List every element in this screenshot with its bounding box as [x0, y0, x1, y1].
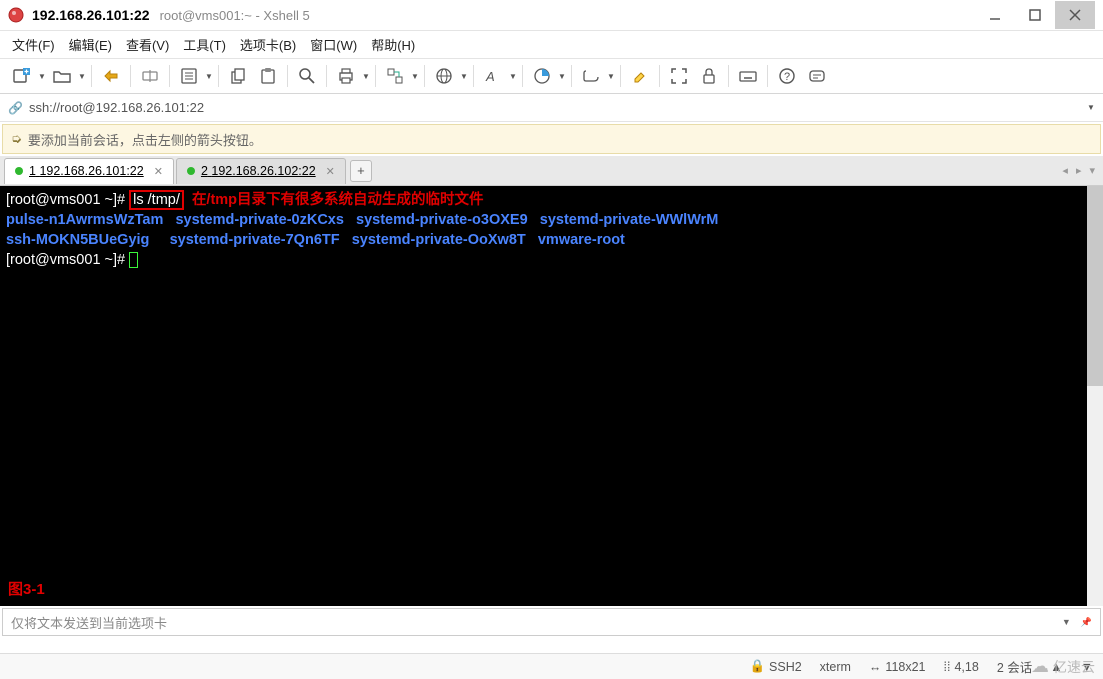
color-scheme-icon[interactable] — [528, 62, 556, 90]
session-tab-1[interactable]: 1 192.168.26.101:22 ✕ — [4, 158, 174, 184]
list-item: ssh-MOKN5BUeGyig — [6, 232, 149, 248]
send-target-dropdown[interactable]: ▼ — [1062, 617, 1071, 627]
menu-window[interactable]: 窗口(W) — [310, 35, 357, 54]
color-scheme-dropdown[interactable]: ▼ — [558, 62, 566, 90]
open-session-icon[interactable] — [48, 62, 76, 90]
font-dropdown[interactable]: ▼ — [509, 62, 517, 90]
script-icon[interactable] — [577, 62, 605, 90]
tab-menu-icon[interactable]: ▾ — [1085, 164, 1099, 177]
lock-small-icon: 🔒 — [749, 659, 765, 674]
reconnect-icon[interactable] — [97, 62, 125, 90]
menu-edit[interactable]: 编辑(E) — [69, 35, 112, 54]
grid-icon: ⁞⁞ — [944, 660, 951, 674]
terminal-scrollbar[interactable] — [1087, 186, 1103, 606]
search-icon[interactable] — [293, 62, 321, 90]
list-item: systemd-private-OoXw8T — [352, 232, 526, 248]
annotation-text: 在/tmp目录下有很多系统自动生成的临时文件 — [192, 192, 484, 208]
print-icon[interactable] — [332, 62, 360, 90]
add-tab-button[interactable]: + — [350, 160, 372, 182]
status-sessions: 2 会话 — [997, 657, 1032, 676]
print-dropdown[interactable]: ▼ — [362, 62, 370, 90]
tip-text: 要添加当前会话，点击左侧的箭头按钮。 — [28, 130, 262, 149]
session-tab-2[interactable]: 2 192.168.26.102:22 ✕ — [176, 158, 346, 184]
transfer-dropdown[interactable]: ▼ — [411, 62, 419, 90]
paste-icon[interactable] — [254, 62, 282, 90]
send-pin-icon[interactable]: 📌 — [1081, 617, 1092, 628]
address-bar: 🔗 ssh://root@192.168.26.101:22 ▼ — [0, 94, 1103, 122]
title-ip: 192.168.26.101:22 — [32, 7, 150, 23]
address-dropdown[interactable]: ▼ — [1087, 94, 1095, 122]
list-item: systemd-private-o3OXE9 — [356, 212, 528, 228]
tab-next-icon[interactable]: ▸ — [1072, 164, 1086, 177]
status-term-type: xterm — [820, 660, 851, 674]
status-dot-icon — [187, 167, 195, 175]
send-input-bar[interactable]: 仅将文本发送到当前选项卡 ▼ 📌 — [2, 608, 1101, 636]
status-cursor-pos: ⁞⁞4,18 — [944, 660, 979, 674]
address-url[interactable]: ssh://root@192.168.26.101:22 — [29, 100, 204, 115]
highlight-icon[interactable] — [626, 62, 654, 90]
menu-file[interactable]: 文件(F) — [12, 35, 55, 54]
help-icon[interactable]: ? — [773, 62, 801, 90]
tab-prev-icon[interactable]: ◂ — [1058, 164, 1072, 177]
shell-prompt: [root@vms001 ~]# — [6, 192, 125, 208]
transfer-icon[interactable] — [381, 62, 409, 90]
resize-icon: ↔ — [869, 660, 882, 674]
menu-view[interactable]: 查看(V) — [126, 35, 169, 54]
session-link-icon: 🔗 — [8, 101, 23, 115]
tip-bar: ➭ 要添加当前会话，点击左侧的箭头按钮。 — [2, 124, 1101, 154]
font-icon[interactable]: A — [479, 62, 507, 90]
status-size: ↔118x21 — [869, 660, 926, 674]
app-logo-icon — [8, 7, 24, 23]
tab-close-icon[interactable]: ✕ — [154, 165, 163, 178]
tab-bar: 1 192.168.26.101:22 ✕ 2 192.168.26.102:2… — [0, 156, 1103, 186]
list-item: systemd-private-WWlWrM — [540, 212, 719, 228]
cursor-icon — [129, 252, 138, 268]
title-subtitle: root@vms001:~ - Xshell 5 — [160, 8, 310, 23]
close-button[interactable] — [1055, 1, 1095, 29]
list-item: systemd-private-0zKCxs — [175, 212, 343, 228]
new-session-dropdown[interactable]: ▼ — [38, 62, 46, 90]
status-protocol: 🔒SSH2 — [749, 659, 801, 674]
copy-icon[interactable] — [224, 62, 252, 90]
properties-dropdown[interactable]: ▼ — [205, 62, 213, 90]
send-input-placeholder: 仅将文本发送到当前选项卡 — [11, 613, 167, 632]
minimize-button[interactable] — [975, 1, 1015, 29]
script-dropdown[interactable]: ▼ — [607, 62, 615, 90]
status-bar: 🔒SSH2 xterm ↔118x21 ⁞⁞4,18 2 会话 ▲ ▼ ☁ 亿速… — [0, 653, 1103, 679]
svg-text:A: A — [485, 69, 495, 84]
figure-label: 图3-1 — [8, 580, 45, 600]
menu-tab[interactable]: 选项卡(B) — [240, 35, 296, 54]
command-highlight: ls /tmp/ — [129, 190, 184, 210]
lock-icon[interactable] — [695, 62, 723, 90]
keyboard-icon[interactable] — [734, 62, 762, 90]
svg-text:?: ? — [784, 71, 790, 83]
menu-help[interactable]: 帮助(H) — [371, 35, 415, 54]
menu-bar: 文件(F) 编辑(E) 查看(V) 工具(T) 选项卡(B) 窗口(W) 帮助(… — [0, 30, 1103, 58]
encoding-icon[interactable] — [430, 62, 458, 90]
tip-arrow-icon[interactable]: ➭ — [11, 131, 22, 147]
list-item: pulse-n1AwrmsWzTam — [6, 212, 163, 228]
list-item: systemd-private-7Qn6TF — [170, 232, 340, 248]
shell-prompt: [root@vms001 ~]# — [6, 252, 125, 268]
encoding-dropdown[interactable]: ▼ — [460, 62, 468, 90]
status-dot-icon — [15, 167, 23, 175]
compose-icon[interactable] — [803, 62, 831, 90]
new-session-icon[interactable] — [8, 62, 36, 90]
tab-close-icon[interactable]: ✕ — [326, 165, 335, 178]
menu-tools[interactable]: 工具(T) — [183, 35, 226, 54]
title-bar: 192.168.26.101:22 root@vms001:~ - Xshell… — [0, 0, 1103, 30]
terminal[interactable]: [root@vms001 ~]# ls /tmp/ 在/tmp目录下有很多系统自… — [0, 186, 1103, 606]
watermark: ☁ 亿速云 — [1031, 656, 1095, 677]
toolbar: ▼ ▼ ▼ ▼ ▼ ▼ A ▼ ▼ ▼ ? — [0, 58, 1103, 94]
fullscreen-icon[interactable] — [665, 62, 693, 90]
cloud-icon: ☁ — [1031, 656, 1049, 677]
properties-icon[interactable] — [175, 62, 203, 90]
list-item: vmware-root — [538, 232, 625, 248]
open-session-dropdown[interactable]: ▼ — [78, 62, 86, 90]
maximize-button[interactable] — [1015, 1, 1055, 29]
disconnect-icon[interactable] — [136, 62, 164, 90]
